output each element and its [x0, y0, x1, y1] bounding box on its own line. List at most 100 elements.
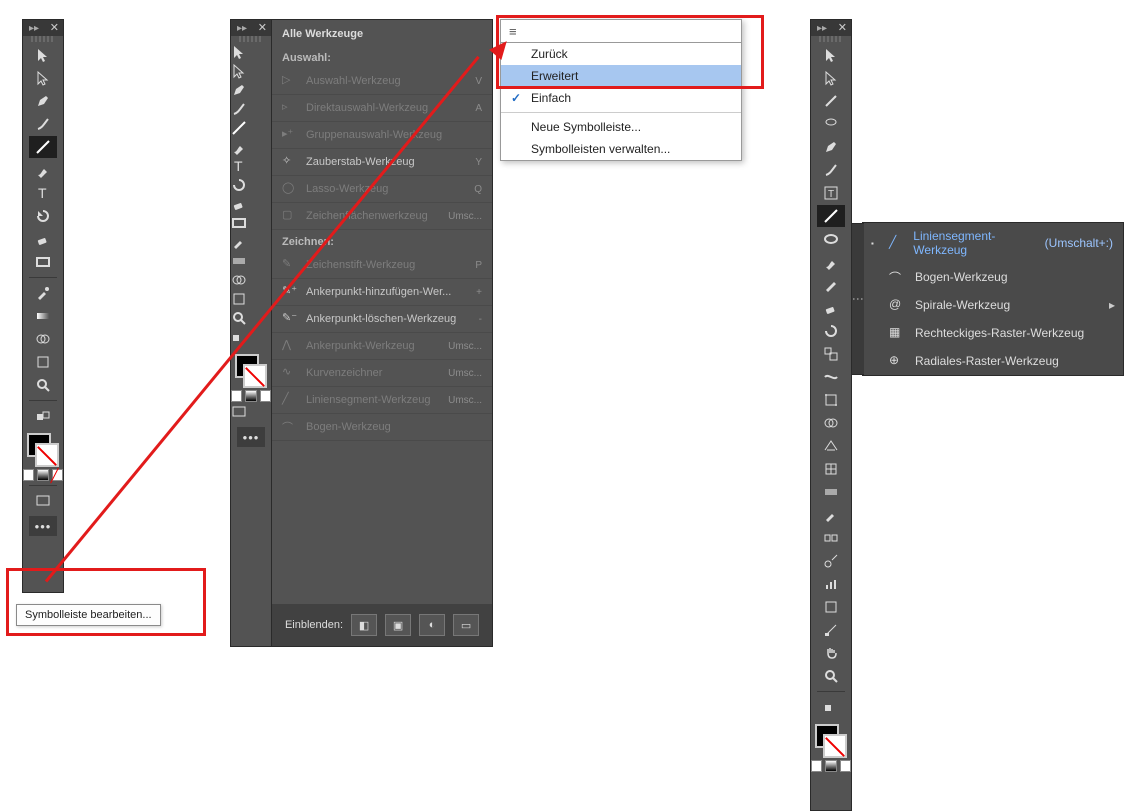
fill-stroke-swatches[interactable]: [27, 433, 59, 467]
slice-tool-icon[interactable]: [817, 619, 845, 641]
panel-grip[interactable]: [31, 36, 55, 42]
eyedropper-tool-icon[interactable]: [29, 282, 57, 304]
panel-titlebar[interactable]: ▸▸ ✕: [23, 20, 63, 36]
gradient-tool-icon[interactable]: [817, 481, 845, 503]
pen-tool-icon[interactable]: [231, 82, 271, 101]
paintbrush-tool-icon[interactable]: [817, 251, 845, 273]
column-graph-tool-icon[interactable]: [817, 573, 845, 595]
fill-stroke-swatches[interactable]: [815, 724, 847, 758]
screen-mode-icon[interactable]: [231, 404, 271, 423]
magic-wand-tool-icon[interactable]: [817, 90, 845, 112]
artboard-tool-icon[interactable]: [29, 351, 57, 373]
zoom-tool-icon[interactable]: [817, 665, 845, 687]
close-icon[interactable]: ✕: [258, 21, 267, 34]
shape-builder-tool-icon[interactable]: [29, 328, 57, 350]
panel-titlebar[interactable]: ▸▸ ✕: [811, 20, 851, 36]
lasso-tool-icon[interactable]: [817, 113, 845, 135]
direct-selection-tool-icon[interactable]: [231, 63, 271, 82]
brush-tool-icon[interactable]: [231, 139, 271, 158]
rectangle-tool-icon[interactable]: [29, 251, 57, 273]
list-item[interactable]: ✎Zeichenstift-WerkzeugP: [272, 252, 492, 279]
blend-tool-icon[interactable]: [817, 527, 845, 549]
panel-grip[interactable]: [239, 36, 263, 42]
scale-tool-icon[interactable]: [817, 343, 845, 365]
artboard-tool-icon[interactable]: [231, 291, 271, 310]
list-item[interactable]: ✎⁺Ankerpunkt-hinzufügen-Wer...+: [272, 279, 492, 306]
show-screenmode-button[interactable]: ▭: [453, 614, 479, 636]
flyout-item[interactable]: ╱ Liniensegment-Werkzeug (Umschalt+:): [863, 223, 1123, 263]
list-item[interactable]: ✎⁻Ankerpunkt-löschen-Werkzeug-: [272, 306, 492, 333]
artboard-tool-icon[interactable]: [817, 596, 845, 618]
rotate-tool-icon[interactable]: [29, 205, 57, 227]
rectangle-tool-icon[interactable]: [231, 215, 271, 234]
type-tool-icon[interactable]: T: [817, 182, 845, 204]
edit-toolbar-button[interactable]: •••: [237, 427, 265, 447]
curvature-tool-icon[interactable]: [817, 159, 845, 181]
color-mode-row[interactable]: [811, 760, 851, 772]
list-item[interactable]: ∿KurvenzeichnerUmsc...: [272, 360, 492, 387]
list-item[interactable]: ⌒Bogen-Werkzeug: [272, 414, 492, 441]
rotate-tool-icon[interactable]: [817, 320, 845, 342]
perspective-grid-tool-icon[interactable]: [817, 435, 845, 457]
brush-tool-icon[interactable]: [29, 159, 57, 181]
list-item[interactable]: ▢ZeichenflächenwerkzeugUmsc...: [272, 203, 492, 230]
panel-grip[interactable]: [819, 36, 843, 42]
pencil-tool-icon[interactable]: [817, 274, 845, 296]
line-tool-icon[interactable]: [817, 205, 845, 227]
type-tool-icon[interactable]: T: [29, 182, 57, 204]
direct-selection-tool-icon[interactable]: [817, 67, 845, 89]
type-tool-icon[interactable]: T: [231, 158, 271, 177]
list-item[interactable]: ⋀Ankerpunkt-WerkzeugUmsc...: [272, 333, 492, 360]
list-item[interactable]: ✧Zauberstab-WerkzeugY: [272, 149, 492, 176]
show-colorgroup-button[interactable]: ◐: [419, 614, 445, 636]
hand-tool-icon[interactable]: [817, 642, 845, 664]
menu-item-manage-toolbars[interactable]: Symbolleisten verwalten...: [501, 138, 741, 160]
selection-tool-icon[interactable]: [29, 44, 57, 66]
width-tool-icon[interactable]: [817, 366, 845, 388]
direct-selection-tool-icon[interactable]: [29, 67, 57, 89]
pen-tool-icon[interactable]: [817, 136, 845, 158]
curvature-tool-icon[interactable]: [29, 113, 57, 135]
fill-stroke-swatches[interactable]: [235, 354, 267, 388]
panel-titlebar[interactable]: ▸▸ ✕: [231, 20, 271, 36]
menu-titlebar[interactable]: ≡: [501, 20, 741, 43]
mesh-tool-icon[interactable]: [817, 458, 845, 480]
zoom-tool-icon[interactable]: [29, 374, 57, 396]
list-item[interactable]: ▸⁺Gruppenauswahl-Werkzeug: [272, 122, 492, 149]
ellipse-tool-icon[interactable]: [817, 228, 845, 250]
rotate-tool-icon[interactable]: [231, 177, 271, 196]
eraser-tool-icon[interactable]: [817, 297, 845, 319]
fill-toggle-icon[interactable]: [231, 329, 271, 348]
fill-toggle-icon[interactable]: [817, 696, 845, 718]
free-transform-tool-icon[interactable]: [817, 389, 845, 411]
color-mode-row[interactable]: ╱: [23, 469, 63, 481]
show-swatches-button[interactable]: ◧: [351, 614, 377, 636]
edit-toolbar-button[interactable]: •••: [29, 516, 57, 536]
stroke-swatch[interactable]: [35, 443, 59, 467]
gradient-tool-icon[interactable]: [29, 305, 57, 327]
symbol-sprayer-tool-icon[interactable]: [817, 550, 845, 572]
zoom-tool-icon[interactable]: [231, 310, 271, 329]
color-mode-row[interactable]: [231, 390, 271, 402]
line-tool-icon[interactable]: [231, 120, 271, 139]
menu-item-back[interactable]: Zurück: [501, 43, 741, 65]
flyout-item[interactable]: ⊕ Radiales-Raster-Werkzeug: [863, 347, 1123, 375]
eyedropper-tool-icon[interactable]: [817, 504, 845, 526]
show-drawmodes-button[interactable]: ▣: [385, 614, 411, 636]
list-item[interactable]: ◯Lasso-WerkzeugQ: [272, 176, 492, 203]
stroke-swatch[interactable]: [243, 364, 267, 388]
screen-mode-icon[interactable]: [29, 490, 57, 512]
line-tool-icon[interactable]: [29, 136, 57, 158]
flyout-item[interactable]: @ Spirale-Werkzeug: [863, 291, 1123, 319]
menu-item-basic[interactable]: Einfach: [501, 87, 741, 109]
selection-tool-icon[interactable]: [817, 44, 845, 66]
list-item[interactable]: ▷Auswahl-WerkzeugV: [272, 68, 492, 95]
collapse-icon[interactable]: ▸▸: [29, 23, 39, 34]
eraser-tool-icon[interactable]: [29, 228, 57, 250]
eraser-tool-icon[interactable]: [231, 196, 271, 215]
collapse-icon[interactable]: ▸▸: [237, 23, 247, 34]
list-item[interactable]: ╱Liniensegment-WerkzeugUmsc...: [272, 387, 492, 414]
flyout-item[interactable]: ▦ Rechteckiges-Raster-Werkzeug: [863, 319, 1123, 347]
gradient-tool-icon[interactable]: [231, 253, 271, 272]
close-icon[interactable]: ✕: [838, 21, 847, 34]
